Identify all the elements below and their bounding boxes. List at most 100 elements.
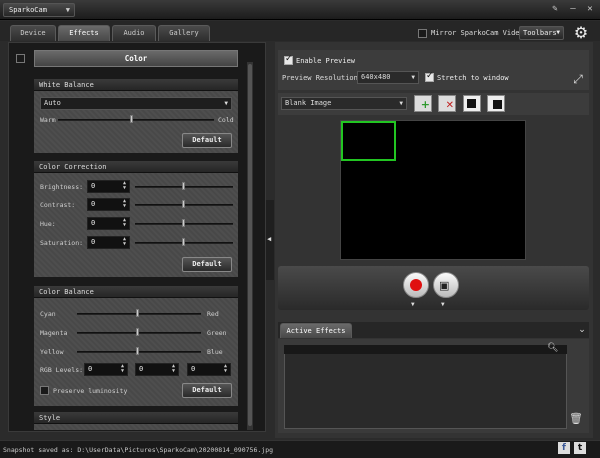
send-back-button[interactable]: [487, 95, 505, 112]
camera-icon: ▣: [439, 279, 450, 292]
white-balance-slider-track: [58, 119, 214, 121]
snapshot-options-chevron-icon[interactable]: ▼: [441, 301, 445, 308]
remove-image-button[interactable]: ✕: [438, 95, 456, 112]
tab-active-effects[interactable]: Active Effects: [280, 323, 352, 338]
overlay-selection-box[interactable]: [341, 121, 396, 161]
search-icon[interactable]: 🔍︎: [547, 343, 559, 355]
color-effect-checkbox[interactable]: [16, 54, 25, 63]
app-title: SparkoCam: [9, 6, 47, 14]
double-chevron-down-icon[interactable]: ⌄: [575, 323, 589, 337]
saturation-input[interactable]: 0 ▲ ▼: [87, 236, 130, 249]
preserve-luminosity-label: Preserve luminosity: [53, 387, 128, 395]
warm-label: Warm: [40, 116, 56, 124]
color-correction-header: Color Correction: [34, 161, 238, 173]
blue-label: Blue: [207, 348, 223, 356]
stepper-icon[interactable]: ▲ ▼: [121, 237, 128, 248]
toolbars-dropdown[interactable]: Toolbars ▼: [519, 26, 564, 40]
color-balance-default-button[interactable]: Default: [182, 383, 232, 398]
rgb-level-b-input[interactable]: 0 ▲ ▼: [187, 363, 231, 376]
cyan-red-slider-thumb[interactable]: [136, 309, 139, 317]
effects-search-bar[interactable]: [284, 345, 567, 354]
stepper-icon[interactable]: ▲ ▼: [121, 199, 128, 210]
app-menu-button[interactable]: SparkoCam ▼: [3, 3, 75, 17]
stepper-icon[interactable]: ▲ ▼: [121, 218, 128, 229]
white-balance-slider-thumb[interactable]: [130, 115, 133, 123]
stepper-icon[interactable]: ▲ ▼: [170, 364, 177, 375]
add-image-button[interactable]: +: [414, 95, 432, 112]
hue-value: 0: [91, 219, 96, 227]
pin-icon[interactable]: ✎: [549, 3, 561, 15]
record-icon: [410, 279, 422, 291]
stretch-to-window-label: Stretch to window: [437, 74, 509, 82]
enable-preview-checkbox[interactable]: [284, 54, 293, 65]
white-balance-dropdown[interactable]: Auto ▼: [40, 97, 232, 110]
rgb-level-r-input[interactable]: 0 ▲ ▼: [84, 363, 128, 376]
close-icon[interactable]: ✕: [584, 3, 596, 15]
rgb-levels-label: RGB Levels:: [40, 366, 84, 374]
left-scrollbar-thumb[interactable]: [248, 64, 252, 426]
brightness-value: 0: [91, 182, 96, 190]
red-label: Red: [207, 310, 219, 318]
stretch-to-window-checkbox[interactable]: [425, 71, 434, 82]
color-correction-default-button[interactable]: Default: [182, 257, 232, 272]
hue-label: Hue:: [40, 220, 56, 228]
hue-slider-thumb[interactable]: [182, 219, 185, 227]
style-header: Style: [34, 412, 238, 424]
chevron-down-icon: ▼: [411, 74, 415, 81]
mirror-video-checkbox[interactable]: [418, 29, 427, 38]
color-section-header[interactable]: Color: [34, 50, 238, 67]
chevron-down-icon: ▼: [65, 6, 70, 14]
trash-icon[interactable]: 🗑︎: [569, 412, 583, 426]
magenta-green-slider-thumb[interactable]: [136, 328, 139, 336]
brightness-input[interactable]: 0 ▲ ▼: [87, 180, 130, 193]
mirror-video-label: Mirror SparkoCam Video: [431, 29, 524, 37]
stepper-icon[interactable]: ▲ ▼: [119, 364, 126, 375]
twitter-icon[interactable]: t: [574, 442, 586, 454]
contrast-input[interactable]: 0 ▲ ▼: [87, 198, 130, 211]
record-button[interactable]: [403, 272, 429, 298]
brightness-label: Brightness:: [40, 183, 84, 191]
stepper-icon[interactable]: ▲ ▼: [121, 181, 128, 192]
toolbars-label: Toolbars: [523, 29, 557, 37]
magenta-green-slider-track: [77, 332, 201, 334]
snapshot-button[interactable]: ▣: [433, 272, 459, 298]
white-balance-value: Auto: [44, 99, 61, 107]
plus-icon: +: [420, 98, 430, 111]
preview-resolution-value: 640x480: [361, 73, 391, 81]
overlay-image-value: Blank Image: [285, 99, 332, 107]
style-body: [34, 424, 238, 430]
tab-effects[interactable]: Effects: [58, 25, 110, 41]
minimize-icon[interactable]: –: [567, 3, 579, 15]
bring-front-button[interactable]: [463, 95, 481, 112]
preview-resolution-dropdown[interactable]: 640x480 ▼: [357, 71, 419, 84]
active-effects-list[interactable]: [284, 345, 567, 429]
preview-resolution-label: Preview Resolution:: [282, 74, 363, 82]
stepper-icon[interactable]: ▲ ▼: [222, 364, 229, 375]
collapse-arrow-icon[interactable]: ◀: [267, 235, 271, 243]
brightness-slider-thumb[interactable]: [182, 182, 185, 190]
saturation-label: Saturation:: [40, 239, 84, 247]
tab-device[interactable]: Device: [10, 25, 56, 41]
contrast-value: 0: [91, 200, 96, 208]
cyan-red-slider-track: [77, 313, 201, 315]
white-balance-default-button[interactable]: Default: [182, 133, 232, 148]
layer-front-icon: [467, 99, 476, 108]
rgb-level-g-value: 0: [139, 365, 144, 373]
preserve-luminosity-checkbox[interactable]: [40, 386, 49, 395]
record-options-chevron-icon[interactable]: ▼: [411, 301, 415, 308]
facebook-icon[interactable]: f: [558, 442, 570, 454]
chevron-down-icon: ▼: [224, 100, 228, 107]
cyan-label: Cyan: [40, 310, 56, 318]
yellow-blue-slider-thumb[interactable]: [136, 347, 139, 355]
contrast-slider-thumb[interactable]: [182, 200, 185, 208]
gear-icon[interactable]: ⚙: [572, 24, 590, 42]
tab-gallery[interactable]: Gallery: [158, 25, 210, 41]
hue-input[interactable]: 0 ▲ ▼: [87, 217, 130, 230]
tab-audio[interactable]: Audio: [112, 25, 156, 41]
enable-preview-label: Enable Preview: [296, 57, 356, 65]
overlay-image-dropdown[interactable]: Blank Image ▼: [281, 97, 407, 110]
color-balance-header: Color Balance: [34, 286, 238, 298]
rgb-level-g-input[interactable]: 0 ▲ ▼: [135, 363, 179, 376]
fullscreen-icon[interactable]: ⤢: [571, 72, 585, 86]
saturation-slider-thumb[interactable]: [182, 238, 185, 246]
